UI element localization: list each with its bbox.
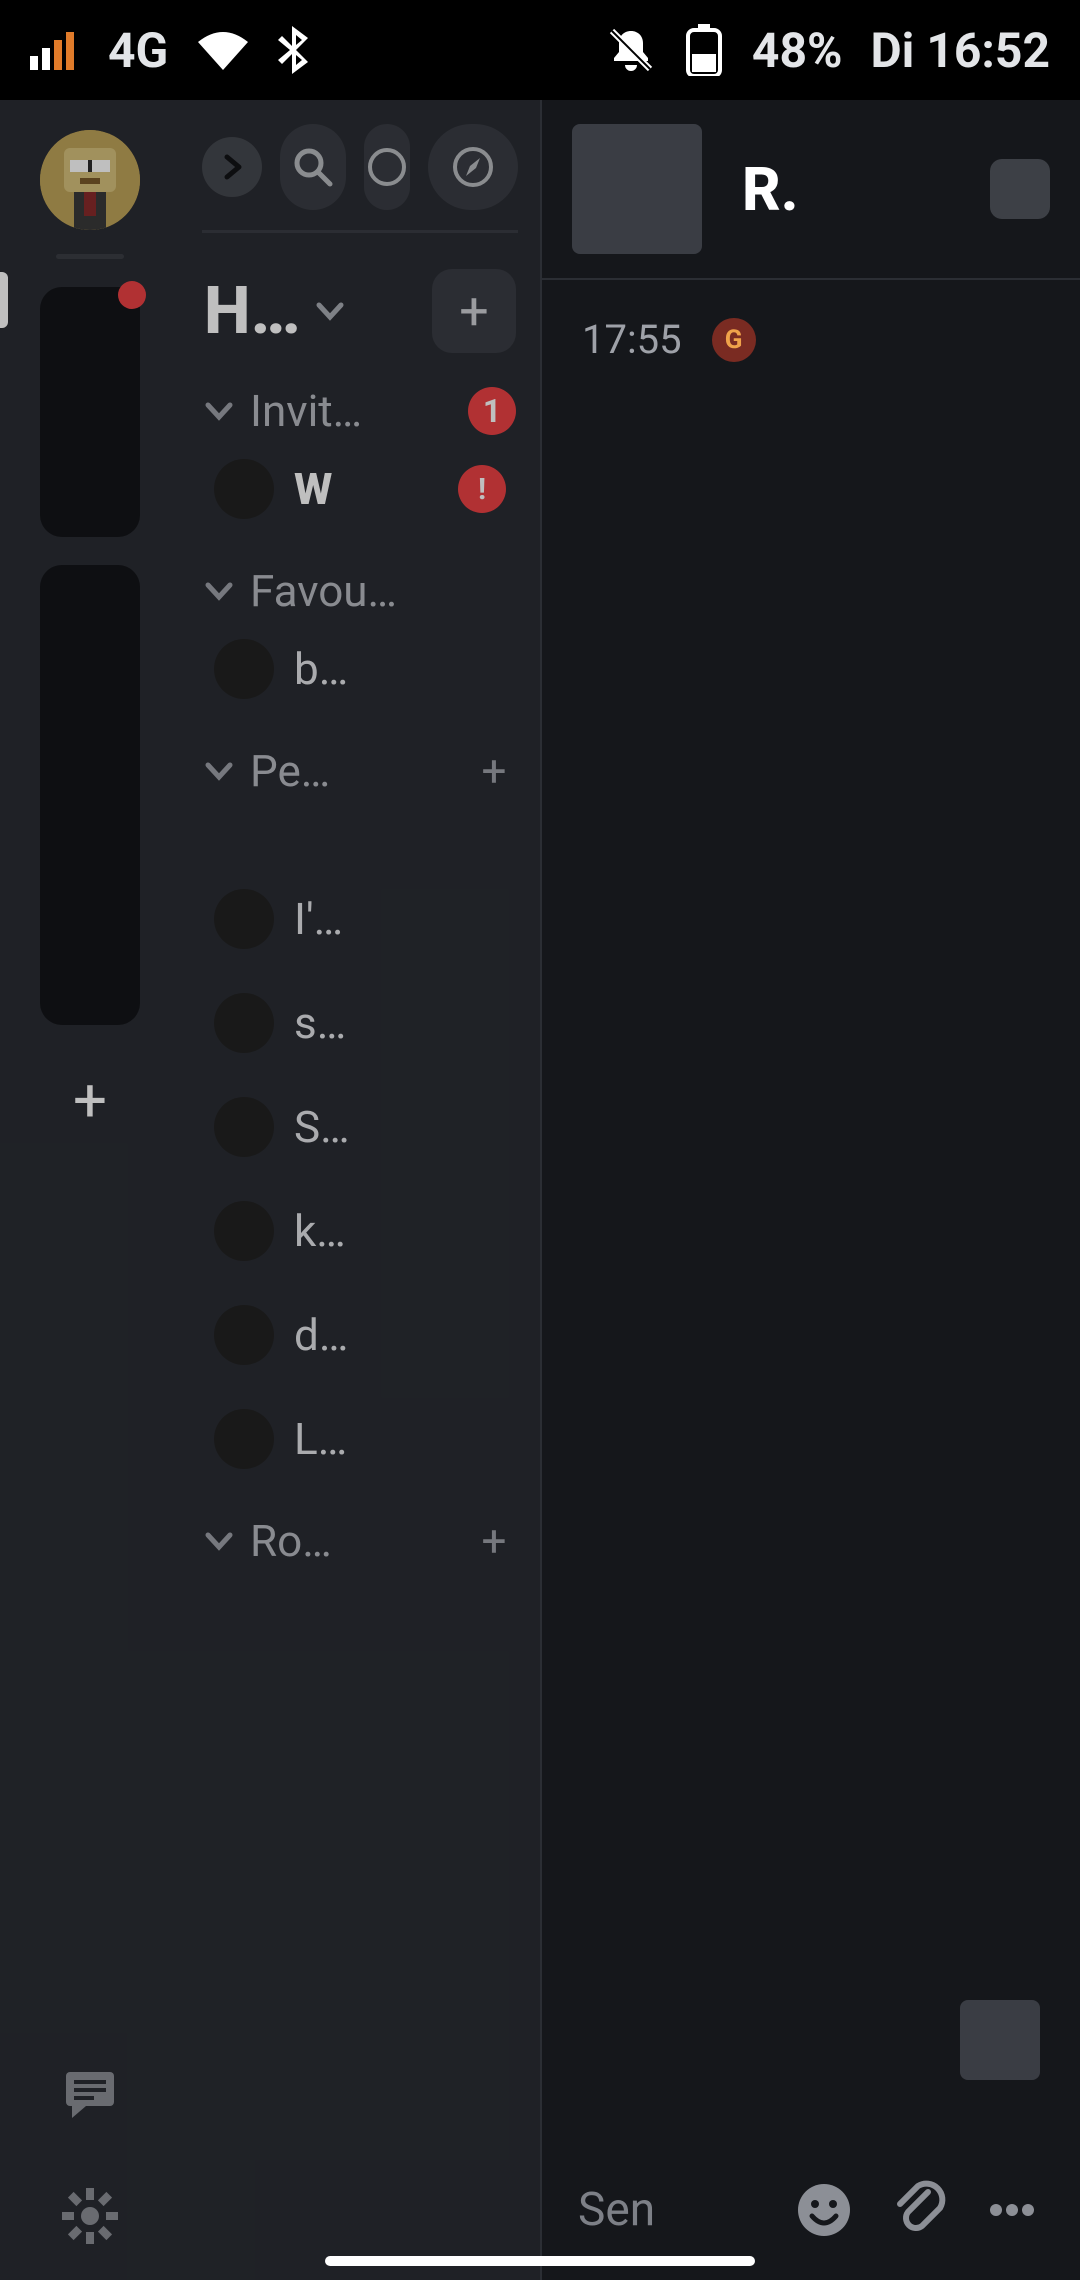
section-favourites: Favou… b… [180,541,540,721]
space-name: H… [204,273,345,350]
message-sender-badge: G [712,318,756,362]
recents-button[interactable] [364,124,410,210]
section-label: Invit… [250,385,452,437]
settings-icon[interactable] [60,2186,120,2250]
section-rooms: Ro… + [180,1491,540,1567]
add-person-button[interactable]: + [472,749,516,793]
room-avatar [214,459,274,519]
chat-header[interactable]: R. [542,100,1080,280]
message-row: 17:55 G [542,280,1080,399]
chat-title: R. [742,154,950,225]
space-name-text: H… [204,273,301,350]
people-item[interactable]: S… [204,1075,516,1179]
room-name: s… [294,997,506,1049]
more-icon[interactable] [980,2178,1044,2242]
invites-badge: 1 [468,387,516,435]
section-invites: Invit… 1 W ! [180,361,540,541]
status-time: Di 16:52 [870,22,1050,79]
scroll-to-bottom-button[interactable] [960,2000,1040,2080]
room-name: S… [294,1101,506,1153]
android-home-indicator[interactable] [325,2256,755,2266]
left-drawer: + [0,100,540,2280]
chevron-down-icon [204,756,234,786]
people-item[interactable]: L… [204,1387,516,1491]
user-avatar[interactable] [40,130,140,230]
room-avatar [214,993,274,1053]
space-header[interactable]: H… + [180,233,540,361]
chevron-down-icon [204,576,234,606]
alert-badge: ! [458,465,506,513]
chat-header-action[interactable] [990,159,1050,219]
wifi-icon [196,30,250,70]
toolbar [180,124,540,210]
signal-icon [30,30,80,70]
attach-icon[interactable] [886,2178,950,2242]
add-space-button[interactable]: + [55,1065,125,1135]
chevron-down-icon [204,1526,234,1556]
status-left: 4G [30,22,308,79]
section-favourites-header[interactable]: Favou… [204,565,516,617]
messages-icon[interactable] [60,2062,120,2126]
favourite-item[interactable]: b… [204,617,516,721]
room-name: k… [294,1205,506,1257]
rail-bottom [0,2062,180,2250]
space-tile-1[interactable] [40,287,140,537]
room-avatar [214,889,274,949]
space-rail: + [0,100,180,2280]
room-name: L… [294,1413,506,1465]
room-avatar [214,1409,274,1469]
chevron-down-icon [204,396,234,426]
space-tile-1-notif [118,281,146,309]
battery-icon [684,24,724,76]
composer-input[interactable]: Sen [578,2183,762,2237]
room-avatar [214,1305,274,1365]
add-room-button[interactable]: + [432,269,516,353]
section-label: Favou… [250,565,516,617]
bluetooth-icon [278,26,308,74]
section-label: Pe… [250,745,456,797]
message-time: 17:55 [582,316,682,363]
invite-item[interactable]: W ! [204,437,516,541]
room-avatar [214,1097,274,1157]
section-label: Ro… [250,1515,456,1567]
section-people-header[interactable]: Pe… + [204,745,516,797]
room-avatar [214,639,274,699]
room-name: W [294,463,438,515]
room-name: I'… [294,893,506,945]
app-root: + [0,100,1080,2280]
chevron-down-icon [315,296,345,326]
search-button[interactable] [280,124,346,210]
room-list: H… + Invit… 1 W ! [180,100,540,2280]
rail-divider [56,254,124,259]
people-item[interactable]: k… [204,1179,516,1283]
chat-pane: R. 17:55 G Sen [540,100,1080,2280]
chat-timeline[interactable]: 17:55 G [542,280,1080,2140]
room-name: b… [294,643,506,695]
section-people: Pe… + I'… s… S… k… d… L… [180,721,540,1491]
section-invites-header[interactable]: Invit… 1 [204,385,516,437]
explore-button[interactable] [428,124,518,210]
mute-icon [606,25,656,75]
status-right: 48% Di 16:52 [606,22,1050,79]
space-tile-2[interactable] [40,565,140,1025]
people-item[interactable]: I'… [204,867,516,971]
chat-avatar [572,124,702,254]
battery-percent: 48% [752,22,843,79]
collapse-button[interactable] [202,137,262,197]
add-room-button[interactable]: + [472,1519,516,1563]
android-status-bar: 4G 48% Di 16:52 [0,0,1080,100]
people-item[interactable]: d… [204,1283,516,1387]
network-type: 4G [108,22,168,79]
rail-active-indicator [0,272,8,328]
room-avatar [214,1201,274,1261]
people-item[interactable]: s… [204,971,516,1075]
emoji-icon[interactable] [792,2178,856,2242]
section-rooms-header[interactable]: Ro… + [204,1515,516,1567]
room-name: d… [294,1309,506,1361]
